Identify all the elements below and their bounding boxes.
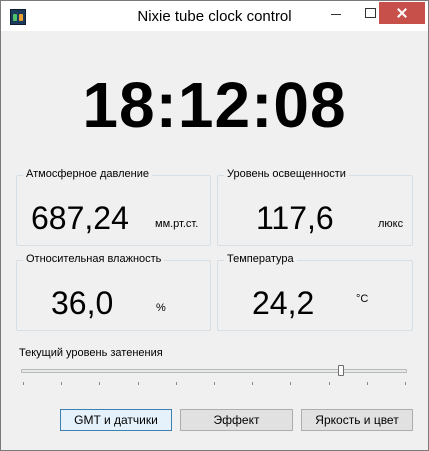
slider-tick <box>23 382 24 385</box>
pressure-unit: мм.рт.ст. <box>155 218 199 230</box>
slider-tick <box>329 382 330 385</box>
temperature-group: Температура 24,2 °C <box>217 253 413 331</box>
gmt-sensors-button[interactable]: GMT и датчики <box>60 409 172 431</box>
slider-tick <box>61 382 62 385</box>
slider-thumb[interactable] <box>338 365 344 376</box>
slider-tick <box>214 382 215 385</box>
pressure-group: Атмосферное давление 687,24 мм.рт.ст. <box>16 168 211 246</box>
temperature-label: Температура <box>224 253 297 265</box>
app-window: Nixie tube clock control 18:12:08 Атмосф… <box>0 0 429 451</box>
slider-tick <box>290 382 291 385</box>
client-area: 18:12:08 Атмосферное давление 687,24 мм.… <box>9 31 420 444</box>
slider-tick <box>367 382 368 385</box>
title-bar[interactable]: Nixie tube clock control <box>1 1 428 31</box>
humidity-value: 36,0 <box>51 285 114 321</box>
brightness-color-button[interactable]: Яркость и цвет <box>301 409 413 431</box>
slider-tick <box>405 382 406 385</box>
effect-button[interactable]: Эффект <box>180 409 293 431</box>
temperature-unit: °C <box>356 293 369 305</box>
dimming-slider[interactable] <box>19 361 409 385</box>
humidity-group: Относительная влажность 36,0 % <box>16 253 211 331</box>
pressure-label: Атмосферное давление <box>23 168 152 180</box>
dimming-label: Текущий уровень затенения <box>19 347 163 359</box>
humidity-label: Относительная влажность <box>23 253 165 265</box>
illuminance-unit: люкс <box>378 218 404 230</box>
temperature-value: 24,2 <box>252 285 315 321</box>
slider-track[interactable] <box>21 369 407 373</box>
illuminance-value: 117,6 <box>256 200 334 236</box>
slider-tick <box>138 382 139 385</box>
pressure-value: 687,24 <box>31 200 129 236</box>
humidity-unit: % <box>156 302 166 314</box>
close-icon[interactable] <box>379 2 425 24</box>
illuminance-group: Уровень освещенности 117,6 люкс <box>217 168 413 246</box>
slider-tick <box>99 382 100 385</box>
clock-display: 18:12:08 <box>82 69 347 141</box>
slider-tick <box>176 382 177 385</box>
minimize-icon[interactable] <box>319 2 353 24</box>
slider-tick <box>252 382 253 385</box>
illuminance-label: Уровень освещенности <box>224 168 349 180</box>
